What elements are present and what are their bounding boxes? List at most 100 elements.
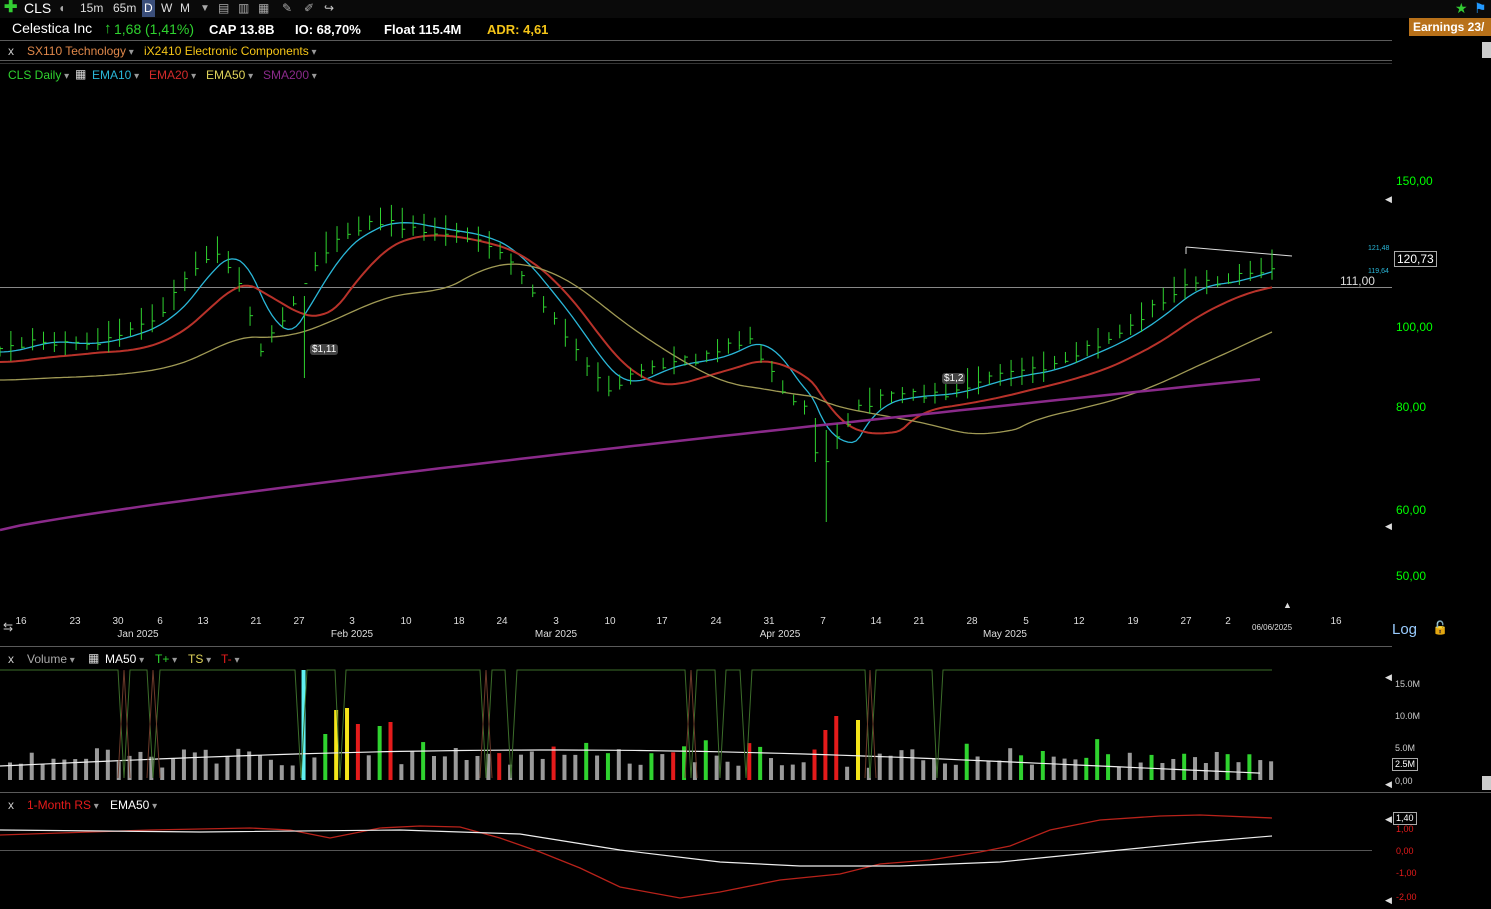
scroll-back-icon[interactable]: ⇆: [3, 620, 13, 634]
date-tick-label: 10: [400, 616, 412, 627]
price-bar: [727, 338, 732, 354]
price-bar: [901, 387, 906, 404]
volume-bar: [1258, 760, 1263, 780]
scroll-up-icon[interactable]: ▲: [1283, 600, 1292, 610]
earnings-marker[interactable]: $1,11: [310, 344, 339, 355]
ema10-value-tag: 121,48: [1368, 245, 1390, 252]
price-bar: [1217, 276, 1221, 288]
volume-close-button[interactable]: x: [8, 652, 14, 666]
price-bar: [238, 267, 243, 292]
volume-bar: [432, 756, 436, 780]
volume-bar: [595, 755, 600, 780]
volume-bar: [377, 726, 382, 780]
scroll-left-icon[interactable]: ◀: [1385, 814, 1392, 825]
legend-ts[interactable]: TS: [188, 652, 211, 666]
date-tick-label: 18: [453, 616, 465, 627]
volume-bar: [616, 749, 621, 780]
volume-bar: [1029, 764, 1034, 780]
price-bar: [1119, 324, 1123, 339]
rs-dropdown[interactable]: 1-Month RS: [27, 798, 99, 812]
divider: [0, 792, 1491, 793]
price-bar: [760, 344, 765, 363]
volume-bar: [1236, 762, 1241, 780]
scroll-left-icon[interactable]: ◀: [1385, 672, 1392, 683]
rs-close-button[interactable]: x: [8, 798, 14, 812]
volume-bar: [290, 765, 295, 780]
price-bar: [434, 217, 438, 241]
price-bar: [325, 231, 330, 264]
volume-bar: [540, 758, 545, 780]
volume-bar: [834, 716, 839, 780]
legend-tminus[interactable]: T-: [221, 652, 239, 666]
volume-bar: [964, 743, 969, 780]
volume-bar: [877, 753, 882, 780]
date-tick-label: 24: [496, 616, 508, 627]
price-bar: [847, 413, 851, 428]
volume-tick-5m: 5.0M: [1395, 743, 1416, 753]
volume-bar: [1247, 754, 1252, 780]
volume-bar: [953, 764, 958, 780]
price-bar: [1064, 351, 1069, 364]
legend-volume-ma50[interactable]: MA50: [105, 652, 144, 666]
price-bar: [369, 215, 373, 230]
volume-current-label: 2.5M: [1392, 758, 1419, 771]
volume-bar: [660, 754, 665, 780]
volume-bar: [279, 765, 284, 780]
date-tick-label: 7: [820, 616, 826, 627]
volume-bar: [997, 760, 1002, 780]
scroll-left-icon[interactable]: ◀: [1385, 521, 1392, 532]
volume-bar: [1182, 753, 1187, 780]
volume-bar: [1073, 759, 1078, 780]
price-bar: [1043, 351, 1047, 382]
price-bar: [999, 364, 1004, 386]
price-bar: [804, 400, 808, 415]
panel-collapse-handle[interactable]: [1482, 776, 1491, 790]
price-bar: [129, 322, 134, 337]
price-bar: [21, 337, 25, 349]
lock-icon[interactable]: 🔓: [1432, 620, 1448, 636]
volume-bar: [1062, 758, 1067, 780]
price-bar: [836, 423, 841, 450]
price-bar: [1184, 268, 1189, 300]
price-bar: [532, 284, 536, 298]
scroll-left-icon[interactable]: ◀: [1385, 779, 1392, 790]
price-chart[interactable]: [0, 0, 1491, 909]
log-scale-toggle[interactable]: Log: [1392, 621, 1417, 638]
volume-bar: [345, 708, 350, 780]
price-bar: [282, 307, 286, 329]
volume-bar: [736, 765, 741, 780]
price-bar: [260, 343, 264, 357]
price-tick-60: 60,00: [1396, 503, 1427, 517]
price-bar: [10, 330, 14, 362]
scroll-left-icon[interactable]: ◀: [1385, 194, 1392, 205]
legend-rs-ema50[interactable]: EMA50: [110, 798, 157, 812]
scroll-left-icon[interactable]: ◀: [1385, 895, 1392, 906]
volume-bar: [160, 767, 165, 780]
volume-bar: [1040, 751, 1045, 780]
grid-icon[interactable]: ▦: [88, 651, 99, 665]
volume-bar: [214, 763, 219, 780]
month-label: Apr 2025: [759, 629, 801, 640]
month-label: Feb 2025: [330, 629, 374, 640]
price-bar: [662, 357, 667, 370]
legend-tplus[interactable]: T+: [155, 652, 177, 666]
price-bar: [673, 346, 678, 375]
price-bar: [227, 251, 232, 274]
price-bar: [771, 361, 775, 383]
last-price-label: 120,73: [1394, 251, 1437, 267]
volume-bar: [18, 763, 23, 780]
price-bar: [1010, 359, 1015, 387]
date-tick-label: 31: [763, 616, 775, 627]
volume-bar: [856, 720, 860, 780]
price-bar: [1086, 340, 1091, 357]
volume-bar: [888, 755, 893, 780]
date-tick-label: 30: [112, 616, 124, 627]
price-bar: [1097, 327, 1102, 359]
price-bar: [880, 389, 884, 409]
price-bar: [477, 226, 482, 252]
earnings-marker[interactable]: $1,2: [942, 373, 966, 384]
price-bar: [575, 338, 580, 361]
date-tick-label: 13: [197, 616, 209, 627]
volume-bar: [714, 755, 719, 780]
volume-dropdown[interactable]: Volume: [27, 652, 75, 666]
